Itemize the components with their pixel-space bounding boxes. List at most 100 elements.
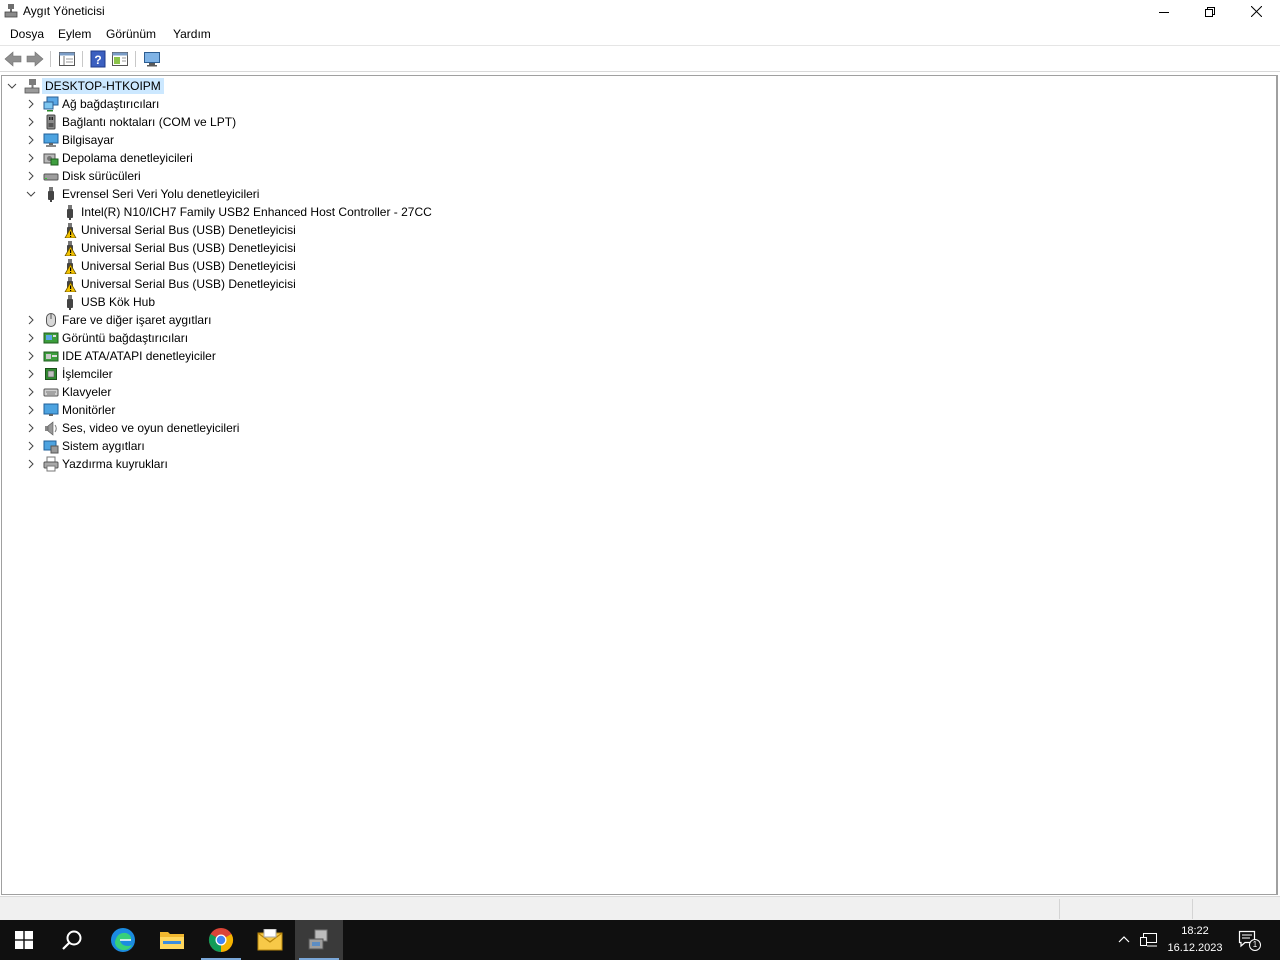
status-divider: [1192, 899, 1193, 919]
close-button[interactable]: [1233, 0, 1279, 23]
tree-item-label: Universal Serial Bus (USB) Denetleyicisi: [81, 223, 296, 237]
tree-item-label: Klavyeler: [62, 385, 112, 399]
device-manager-button[interactable]: [295, 920, 343, 960]
no-toggle: [44, 257, 56, 275]
menu-yardim[interactable]: Yardım: [173, 27, 211, 41]
clock-time: 18:22: [1181, 925, 1209, 937]
expand-toggle[interactable]: [25, 455, 37, 473]
usb-device-warning-icon: [64, 223, 77, 238]
help-icon[interactable]: ?: [89, 50, 107, 68]
tree-category-port[interactable]: Bağlantı noktaları (COM ve LPT): [25, 113, 236, 131]
device-tree[interactable]: DESKTOP-HTKOIPM Ağ bağdaştırıcıları Bağlan…: [1, 75, 1278, 895]
minimize-button[interactable]: [1141, 0, 1187, 23]
chevron-up-icon[interactable]: [1118, 934, 1130, 946]
tree-root-computer[interactable]: DESKTOP-HTKOIPM: [6, 77, 164, 95]
tree-category-keyboard[interactable]: Klavyeler: [25, 383, 111, 401]
expand-toggle[interactable]: [25, 113, 37, 131]
tree-category-processor[interactable]: İşlemciler: [25, 365, 113, 383]
tree-category-computer[interactable]: Bilgisayar: [25, 131, 114, 149]
tree-device-usb-controller-warning[interactable]: Universal Serial Bus (USB) Denetleyicisi: [44, 257, 296, 275]
expand-toggle[interactable]: [25, 347, 37, 365]
port-icon: [46, 114, 56, 130]
collapse-toggle[interactable]: [25, 185, 37, 203]
restore-button[interactable]: [1187, 0, 1233, 23]
tree-item-label: Görüntü bağdaştırıcıları: [62, 331, 189, 345]
chevron-down-icon: [7, 83, 17, 89]
tree-item-label: USB Kök Hub: [81, 295, 156, 309]
scan-hardware-icon[interactable]: [143, 50, 161, 68]
chevron-right-icon: [28, 117, 34, 127]
mail-button[interactable]: [246, 920, 294, 960]
tree-item-label: Ses, video ve oyun denetleyicileri: [62, 421, 240, 435]
device-manager-icon: [308, 929, 328, 950]
tree-item-label: Universal Serial Bus (USB) Denetleyicisi: [81, 259, 296, 273]
taskbar-clock[interactable]: 18:22 16.12.2023: [1160, 923, 1230, 957]
file-explorer-button[interactable]: [148, 920, 196, 960]
usb-device-icon: [67, 205, 73, 220]
properties-pane-icon[interactable]: [58, 50, 76, 68]
tree-category-storage-controller[interactable]: Depolama denetleyicileri: [25, 149, 193, 167]
expand-toggle[interactable]: [25, 167, 37, 185]
network-icon[interactable]: [1140, 932, 1158, 948]
toolbar-separator: [135, 51, 136, 67]
expand-toggle[interactable]: [25, 311, 37, 329]
no-toggle: [44, 203, 56, 221]
tree-item-label: Fare ve diğer işaret aygıtları: [62, 313, 212, 327]
tree-category-speaker[interactable]: Ses, video ve oyun denetleyicileri: [25, 419, 239, 437]
tree-device-usb-controller-warning[interactable]: Universal Serial Bus (USB) Denetleyicisi: [44, 275, 296, 293]
usb-device-warning-icon: [64, 241, 77, 256]
forward-arrow-icon[interactable]: [26, 50, 44, 68]
chevron-right-icon: [28, 369, 34, 379]
tree-category-mouse[interactable]: Fare ve diğer işaret aygıtları: [25, 311, 211, 329]
tree-category-network-adapter[interactable]: Ağ bağdaştırıcıları: [25, 95, 159, 113]
taskbar: 18:22 16.12.2023 1: [0, 920, 1280, 960]
notification-badge: 1: [1249, 939, 1261, 951]
restore-icon: [1205, 6, 1215, 17]
expand-toggle[interactable]: [25, 437, 37, 455]
collapse-toggle[interactable]: [6, 77, 18, 95]
expand-toggle[interactable]: [25, 329, 37, 347]
menu-dosya[interactable]: Dosya: [10, 27, 44, 41]
status-divider: [1059, 899, 1060, 919]
status-bar: [0, 896, 1280, 920]
chevron-down-icon: [26, 191, 36, 197]
clock-date: 16.12.2023: [1167, 942, 1223, 954]
chevron-right-icon: [28, 153, 34, 163]
chevron-right-icon: [28, 351, 34, 361]
expand-toggle[interactable]: [25, 131, 37, 149]
tree-category-ide-controller[interactable]: IDE ATA/ATAPI denetleyiciler: [25, 347, 216, 365]
tree-device-usb[interactable]: Intel(R) N10/ICH7 Family USB2 Enhanced H…: [44, 203, 432, 221]
tree-category-monitor[interactable]: Monitörler: [25, 401, 115, 419]
tree-item-label: Disk sürücüleri: [62, 169, 141, 183]
back-arrow-icon[interactable]: [4, 50, 22, 68]
expand-toggle[interactable]: [25, 95, 37, 113]
start-button[interactable]: [0, 920, 48, 960]
tree-device-usb[interactable]: USB Kök Hub: [44, 293, 155, 311]
expand-toggle[interactable]: [25, 365, 37, 383]
no-toggle: [44, 275, 56, 293]
speaker-icon: [45, 421, 57, 436]
menu-eylem[interactable]: Eylem: [58, 27, 91, 41]
svg-text:?: ?: [94, 53, 101, 67]
chrome-button[interactable]: [197, 920, 245, 960]
tree-category-disk-drive[interactable]: Disk sürücüleri: [25, 167, 141, 185]
expand-toggle[interactable]: [25, 149, 37, 167]
menu-gorunum[interactable]: Görünüm: [106, 27, 156, 41]
usb-icon: [48, 187, 54, 202]
tree-device-usb-controller-warning[interactable]: Universal Serial Bus (USB) Denetleyicisi: [44, 239, 296, 257]
search-button[interactable]: [48, 920, 96, 960]
tree-category-system-device[interactable]: Sistem aygıtları: [25, 437, 145, 455]
tree-category-printer[interactable]: Yazdırma kuyrukları: [25, 455, 168, 473]
tree-category-usb[interactable]: Evrensel Seri Veri Yolu denetleyicileri: [25, 185, 259, 203]
action-pane-icon[interactable]: [111, 50, 129, 68]
chrome-icon: [208, 928, 234, 952]
tree-device-usb-controller-warning[interactable]: Universal Serial Bus (USB) Denetleyicisi: [44, 221, 296, 239]
printer-icon: [43, 456, 59, 472]
edge-button[interactable]: [99, 920, 147, 960]
tree-category-display-adapter[interactable]: Görüntü bağdaştırıcıları: [25, 329, 188, 347]
notification-center-button[interactable]: 1: [1238, 930, 1261, 951]
expand-toggle[interactable]: [25, 419, 37, 437]
expand-toggle[interactable]: [25, 383, 37, 401]
expand-toggle[interactable]: [25, 401, 37, 419]
ide-controller-icon: [43, 351, 59, 362]
